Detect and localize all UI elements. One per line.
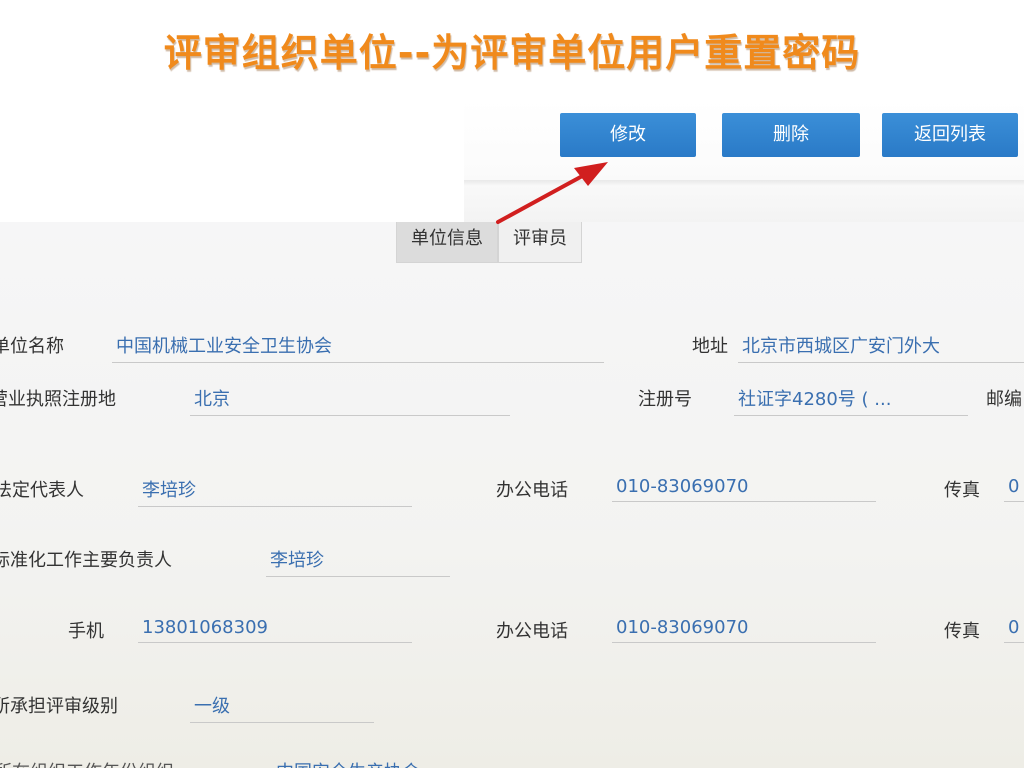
office-phone-field-2[interactable]: 010-83069070 [612, 617, 876, 643]
delete-button[interactable]: 删除 [722, 113, 860, 157]
unit-name-label: 单位名称 [0, 336, 64, 357]
tab-unit-info[interactable]: 单位信息 [396, 222, 498, 263]
office-phone-label-2: 办公电话 [496, 621, 568, 642]
back-to-list-button[interactable]: 返回列表 [882, 113, 1018, 157]
postcode-label: 邮编 [986, 389, 1022, 410]
toolbar-shadow [464, 180, 1024, 186]
fax-label-1: 传真 [944, 480, 980, 501]
office-phone-field-1[interactable]: 010-83069070 [612, 476, 876, 502]
legal-rep-label: 法定代表人 [0, 480, 84, 501]
address-field[interactable]: 北京市西城区广安门外大 [738, 332, 1024, 363]
legal-rep-field[interactable]: 李培珍 [138, 476, 412, 507]
reg-no-field[interactable]: 社证字4280号 ( ... [734, 385, 968, 416]
partial-row-label: 所在组织工作年份组织 [0, 758, 174, 768]
reg-no-label: 注册号 [638, 389, 692, 410]
office-phone-label-1: 办公电话 [496, 480, 568, 501]
fax-label-2: 传真 [944, 621, 980, 642]
license-place-label: 营业执照注册地 [0, 389, 116, 410]
edit-button[interactable]: 修改 [560, 113, 696, 157]
tab-reviewers[interactable]: 评审员 [498, 222, 582, 263]
slide-title: 评审组织单位--为评审单位用户重置密码 [163, 31, 861, 75]
review-level-field[interactable]: 一级 [190, 692, 374, 723]
fax-field-2[interactable]: 0 [1004, 617, 1024, 643]
address-label: 地址 [692, 336, 728, 357]
mobile-field[interactable]: 13801068309 [138, 617, 412, 643]
unit-name-field[interactable]: 中国机械工业安全卫生协会 [112, 332, 604, 363]
review-level-label: 所承担评审级别 [0, 696, 118, 717]
tab-bar: 单位信息 评审员 [396, 222, 582, 263]
fax-field-1[interactable]: 0 [1004, 476, 1024, 502]
std-person-field[interactable]: 李培珍 [266, 546, 450, 577]
license-place-field[interactable]: 北京 [190, 385, 510, 416]
unit-detail-panel: 单位信息 评审员 单位名称 中国机械工业安全卫生协会 地址 北京市西城区广安门外… [0, 222, 1024, 768]
mobile-label: 手机 [68, 621, 104, 642]
toolbar-screenshot: 修改 删除 返回列表 [464, 100, 1024, 222]
std-person-label: 标准化工作主要负责人 [0, 550, 172, 571]
partial-row-value: 中国安全生产协会 [272, 758, 480, 768]
